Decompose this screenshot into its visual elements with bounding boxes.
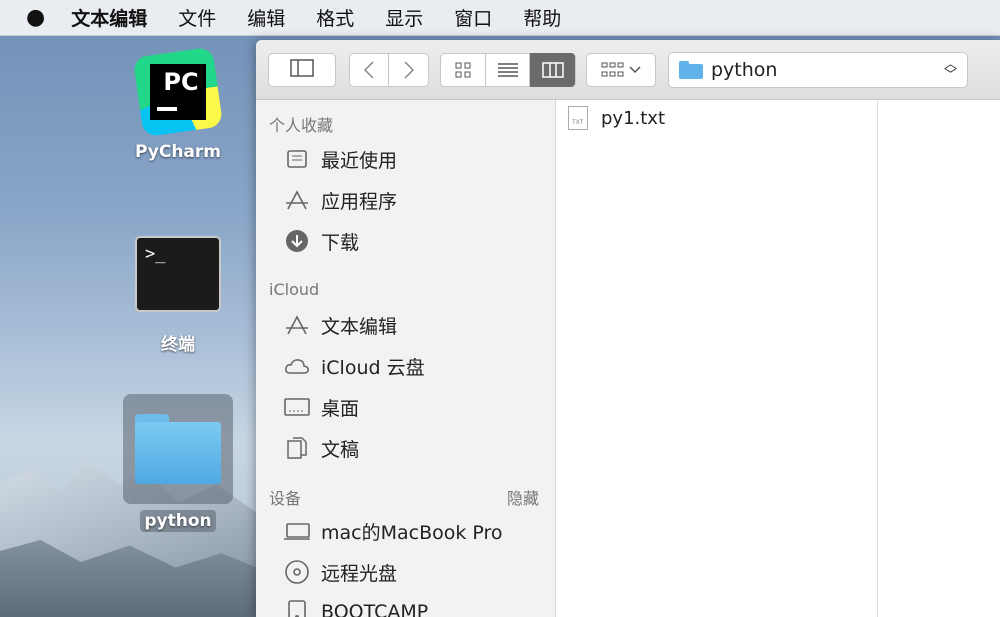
forward-button[interactable] xyxy=(389,53,428,87)
finder-window: python ︿ ﹀ 个人收藏 最近使用 应用程序 下载 iCloud 文本编辑… xyxy=(256,40,1000,617)
folder-icon xyxy=(135,414,221,484)
terminal-prompt: >_ xyxy=(145,244,166,264)
menu-bar: ● 文本编辑 文件 编辑 格式 显示 窗口 帮助 xyxy=(0,0,1000,36)
chevron-down-icon xyxy=(629,66,641,74)
desktop-label-python: python xyxy=(140,510,216,532)
file-ext: TXT xyxy=(572,119,584,126)
chevron-right-icon xyxy=(403,61,414,79)
terminal-icon: >_ xyxy=(135,236,221,312)
menu-edit[interactable]: 编辑 xyxy=(247,4,285,31)
sidebar-label-textedit: 文本编辑 xyxy=(321,315,398,338)
sidebar: 个人收藏 最近使用 应用程序 下载 iCloud 文本编辑 iCloud 云盘 … xyxy=(256,100,556,617)
arrange-button[interactable] xyxy=(586,53,656,87)
sidebar-item-documents[interactable]: 文稿 xyxy=(284,433,359,463)
desktop-icon-pycharm[interactable]: PC PyCharm xyxy=(118,46,238,162)
sidebar-item-remote-disc[interactable]: 远程光盘 xyxy=(284,557,397,587)
recents-icon xyxy=(284,146,310,172)
devices-header: 设备 xyxy=(269,489,302,508)
sidebar-toggle-button[interactable] xyxy=(268,53,336,87)
favorites-header: 个人收藏 xyxy=(269,116,334,135)
updown-arrows-icon: ︿ ﹀ xyxy=(943,57,957,83)
folder-selection xyxy=(123,394,233,504)
sidebar-label-documents: 文稿 xyxy=(321,438,360,461)
sidebar-label-downloads: 下载 xyxy=(321,231,360,254)
finder-toolbar: python ︿ ﹀ xyxy=(256,40,1000,100)
folder-icon xyxy=(679,61,703,79)
pycharm-logo-text: PC xyxy=(163,68,199,96)
file-name: py1.txt xyxy=(601,107,666,129)
menu-app[interactable]: 文本编辑 xyxy=(71,4,147,31)
devices-hide-button[interactable]: 隐藏 xyxy=(507,485,539,509)
column-view-button[interactable] xyxy=(530,53,575,87)
path-popup[interactable]: python ︿ ﹀ xyxy=(668,52,968,88)
chevron-left-icon xyxy=(363,61,374,79)
sidebar-item-textedit[interactable]: 文本编辑 xyxy=(284,310,397,340)
icon-view-button[interactable] xyxy=(441,53,486,87)
list-icon xyxy=(497,63,518,77)
arrange-grid-icon xyxy=(601,62,624,77)
list-view-button[interactable] xyxy=(486,53,531,87)
menu-format[interactable]: 格式 xyxy=(316,4,354,31)
sidebar-label-remote-disc: 远程光盘 xyxy=(321,562,398,585)
menu-window[interactable]: 窗口 xyxy=(454,4,492,31)
sidebar-item-desktop[interactable]: 桌面 xyxy=(284,392,359,422)
sidebar-item-bootcamp[interactable]: BOOTCAMP xyxy=(284,597,428,617)
icloud-header: iCloud xyxy=(269,280,320,299)
menu-view[interactable]: 显示 xyxy=(385,4,423,31)
columns-icon xyxy=(541,62,564,78)
sidebar-item-icloud-drive[interactable]: iCloud 云盘 xyxy=(284,351,425,381)
menu-help[interactable]: 帮助 xyxy=(523,4,561,31)
grid-icon xyxy=(455,62,471,78)
app-icon xyxy=(284,312,310,338)
desktop-label-terminal: 终端 xyxy=(161,335,195,355)
apple-icon[interactable]: ● xyxy=(26,6,45,29)
desktop-icon-terminal[interactable]: >_ 终端 xyxy=(118,236,238,355)
disc-icon xyxy=(284,559,310,585)
sidebar-label-bootcamp: BOOTCAMP xyxy=(321,601,429,617)
desktop-label-pycharm: PyCharm xyxy=(134,142,221,162)
path-label: python xyxy=(711,59,778,81)
sidebar-label-recents: 最近使用 xyxy=(321,149,398,172)
sidebar-toggle-icon xyxy=(290,59,314,81)
menu-file[interactable]: 文件 xyxy=(178,4,216,31)
sidebar-label-desktop: 桌面 xyxy=(321,397,360,420)
sidebar-item-macbook[interactable]: mac的MacBook Pro xyxy=(284,516,503,546)
nav-buttons xyxy=(349,53,429,87)
applications-icon xyxy=(284,187,310,213)
desktop-icon xyxy=(284,394,310,420)
sidebar-item-downloads[interactable]: 下载 xyxy=(284,226,359,256)
file-column: TXT py1.txt xyxy=(556,100,878,617)
download-icon xyxy=(284,228,310,254)
sidebar-item-applications[interactable]: 应用程序 xyxy=(284,185,397,215)
pycharm-icon: PC xyxy=(132,46,224,138)
sidebar-label-applications: 应用程序 xyxy=(321,190,398,213)
desktop-icon-python-folder[interactable]: python xyxy=(122,394,234,532)
view-mode-buttons xyxy=(440,53,576,87)
drive-icon xyxy=(284,599,310,617)
cloud-icon xyxy=(284,353,310,379)
documents-icon xyxy=(284,435,310,461)
sidebar-label-icloud-drive: iCloud 云盘 xyxy=(321,356,425,379)
file-item[interactable]: TXT py1.txt xyxy=(568,106,665,130)
text-file-icon: TXT xyxy=(568,106,588,130)
sidebar-label-macbook: mac的MacBook Pro xyxy=(321,521,503,544)
back-button[interactable] xyxy=(350,53,390,87)
laptop-icon xyxy=(284,518,310,544)
sidebar-item-recents[interactable]: 最近使用 xyxy=(284,144,397,174)
